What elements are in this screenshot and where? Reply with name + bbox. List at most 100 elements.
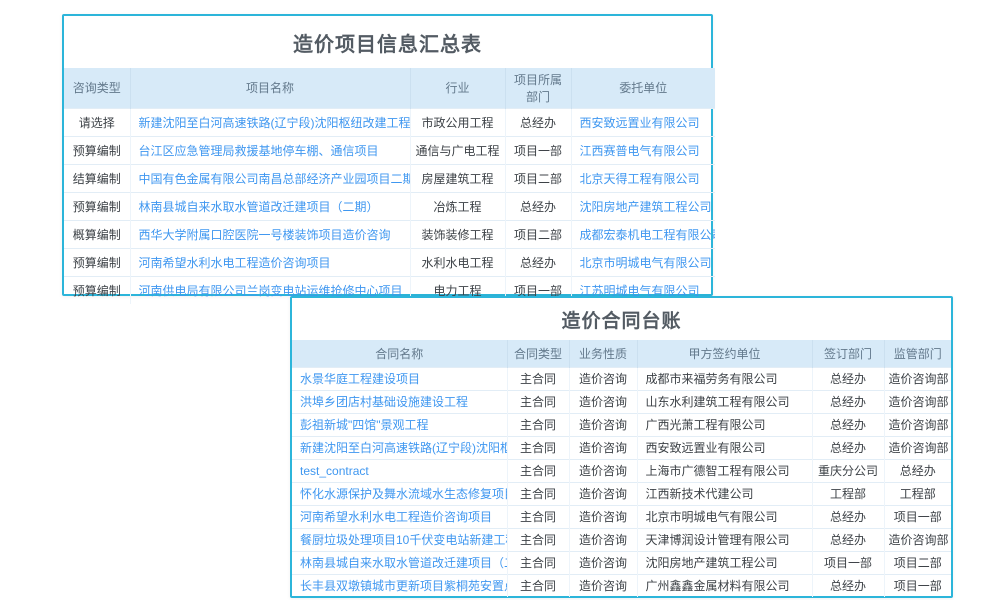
consult-type-select[interactable]: 预算编制 [64,276,130,304]
contract-name-link[interactable]: test_contract [292,459,507,482]
contract-ledger-title: 造价合同台账 [292,298,951,340]
contract-type-cell: 主合同 [507,505,569,528]
client-link[interactable]: 西安致远置业有限公司 [571,108,715,136]
contract-name-link[interactable]: 长丰县双墩镇城市更新项目紫桐苑安置点 [292,574,507,597]
signing-dept-cell: 工程部 [812,482,884,505]
industry-cell: 房屋建筑工程 [410,164,505,192]
project-name-link[interactable]: 林南县城自来水取水管道改迁建项目（二期） [130,192,410,220]
table-row: 林南县城自来水取水管道改迁建项目（二期主合同造价咨询沈阳房地产建筑工程公司项目一… [292,551,951,574]
contract-name-link[interactable]: 洪埠乡团店村基础设施建设工程 [292,390,507,413]
contract-type-cell: 主合同 [507,482,569,505]
contract-name-link[interactable]: 林南县城自来水取水管道改迁建项目（二期 [292,551,507,574]
supervising-dept-cell: 造价咨询部 [884,436,951,459]
signing-dept-cell: 总经办 [812,390,884,413]
supervising-dept-cell: 总经办 [884,459,951,482]
col-consult-type: 咨询类型 [64,68,130,108]
col-department: 项目所属部门 [505,68,571,108]
summary-table-title: 造价项目信息汇总表 [64,16,711,68]
table-row: 预算编制河南希望水利水电工程造价咨询项目水利水电工程总经办北京市明城电气有限公司 [64,248,715,276]
client-link[interactable]: 沈阳房地产建筑工程公司 [571,192,715,220]
col-party-a: 甲方签约单位 [637,340,812,367]
contract-table-body: 水景华庭工程建设项目主合同造价咨询成都市来福劳务有限公司总经办造价咨询部洪埠乡团… [292,367,951,597]
contract-type-cell: 主合同 [507,574,569,597]
business-nature-cell: 造价咨询 [569,528,637,551]
consult-type-select[interactable]: 预算编制 [64,136,130,164]
contract-type-cell: 主合同 [507,413,569,436]
contract-type-cell: 主合同 [507,436,569,459]
contract-name-link[interactable]: 新建沈阳至白河高速铁路(辽宁段)沈阳枢纽 [292,436,507,459]
department-cell: 项目二部 [505,220,571,248]
industry-cell: 冶炼工程 [410,192,505,220]
business-nature-cell: 造价咨询 [569,436,637,459]
client-link[interactable]: 北京市明城电气有限公司 [571,248,715,276]
consult-type-select[interactable]: 请选择 [64,108,130,136]
contract-type-cell: 主合同 [507,390,569,413]
party-a-cell: 沈阳房地产建筑工程公司 [637,551,812,574]
summary-header-row: 咨询类型项目名称行业项目所属部门委托单位 [64,68,715,108]
contract-name-link[interactable]: 餐厨垃圾处理项目10千伏变电站新建工程 [292,528,507,551]
col-contract-type: 合同类型 [507,340,569,367]
table-row: 新建沈阳至白河高速铁路(辽宁段)沈阳枢纽主合同造价咨询西安致远置业有限公司总经办… [292,436,951,459]
party-a-cell: 天津博润设计管理有限公司 [637,528,812,551]
contract-name-link[interactable]: 水景华庭工程建设项目 [292,367,507,390]
table-row: 预算编制林南县城自来水取水管道改迁建项目（二期）冶炼工程总经办沈阳房地产建筑工程… [64,192,715,220]
business-nature-cell: 造价咨询 [569,413,637,436]
col-signing-dept: 签订部门 [812,340,884,367]
client-link[interactable]: 成都宏泰机电工程有限公司 [571,220,715,248]
supervising-dept-cell: 项目二部 [884,551,951,574]
contract-name-link[interactable]: 河南希望水利水电工程造价咨询项目 [292,505,507,528]
table-row: test_contract主合同造价咨询上海市广德智工程有限公司重庆分公司总经办 [292,459,951,482]
contract-name-link[interactable]: 彭祖新城"四馆"景观工程 [292,413,507,436]
signing-dept-cell: 项目一部 [812,551,884,574]
consult-type-select[interactable]: 预算编制 [64,248,130,276]
contract-type-cell: 主合同 [507,551,569,574]
client-link[interactable]: 北京天得工程有限公司 [571,164,715,192]
supervising-dept-cell: 工程部 [884,482,951,505]
summary-table: 咨询类型项目名称行业项目所属部门委托单位 请选择新建沈阳至白河高速铁路(辽宁段)… [64,68,715,304]
business-nature-cell: 造价咨询 [569,482,637,505]
industry-cell: 通信与广电工程 [410,136,505,164]
consult-type-select[interactable]: 概算编制 [64,220,130,248]
supervising-dept-cell: 造价咨询部 [884,390,951,413]
signing-dept-cell: 总经办 [812,367,884,390]
project-name-link[interactable]: 河南希望水利水电工程造价咨询项目 [130,248,410,276]
signing-dept-cell: 总经办 [812,505,884,528]
project-name-link[interactable]: 西华大学附属口腔医院一号楼装饰项目造价咨询 [130,220,410,248]
project-name-link[interactable]: 台江区应急管理局救援基地停车棚、通信项目 [130,136,410,164]
contract-ledger-panel: 造价合同台账 合同名称合同类型业务性质甲方签约单位签订部门监管部门 水景华庭工程… [290,296,953,598]
supervising-dept-cell: 项目一部 [884,505,951,528]
signing-dept-cell: 总经办 [812,436,884,459]
table-row: 怀化水源保护及舞水流域水生态修复项目合主合同造价咨询江西新技术代建公司工程部工程… [292,482,951,505]
business-nature-cell: 造价咨询 [569,367,637,390]
col-industry: 行业 [410,68,505,108]
consult-type-select[interactable]: 结算编制 [64,164,130,192]
contract-name-link[interactable]: 怀化水源保护及舞水流域水生态修复项目合 [292,482,507,505]
supervising-dept-cell: 造价咨询部 [884,528,951,551]
contract-header-row: 合同名称合同类型业务性质甲方签约单位签订部门监管部门 [292,340,951,367]
project-name-link[interactable]: 中国有色金属有限公司南昌总部经济产业园项目二期 [130,164,410,192]
supervising-dept-cell: 造价咨询部 [884,413,951,436]
signing-dept-cell: 总经办 [812,413,884,436]
table-row: 河南希望水利水电工程造价咨询项目主合同造价咨询北京市明城电气有限公司总经办项目一… [292,505,951,528]
party-a-cell: 江西新技术代建公司 [637,482,812,505]
table-row: 彭祖新城"四馆"景观工程主合同造价咨询广西光萧工程有限公司总经办造价咨询部 [292,413,951,436]
client-link[interactable]: 江西赛普电气有限公司 [571,136,715,164]
department-cell: 总经办 [505,108,571,136]
signing-dept-cell: 总经办 [812,574,884,597]
contract-type-cell: 主合同 [507,528,569,551]
col-client: 委托单位 [571,68,715,108]
consult-type-select[interactable]: 预算编制 [64,192,130,220]
industry-cell: 水利水电工程 [410,248,505,276]
table-row: 请选择新建沈阳至白河高速铁路(辽宁段)沈阳枢纽改建工程市政公用工程总经办西安致远… [64,108,715,136]
table-row: 概算编制西华大学附属口腔医院一号楼装饰项目造价咨询装饰装修工程项目二部成都宏泰机… [64,220,715,248]
project-name-link[interactable]: 新建沈阳至白河高速铁路(辽宁段)沈阳枢纽改建工程 [130,108,410,136]
contract-ledger-table: 合同名称合同类型业务性质甲方签约单位签订部门监管部门 水景华庭工程建设项目主合同… [292,340,951,597]
col-business-nature: 业务性质 [569,340,637,367]
party-a-cell: 北京市明城电气有限公司 [637,505,812,528]
table-row: 餐厨垃圾处理项目10千伏变电站新建工程主合同造价咨询天津博润设计管理有限公司总经… [292,528,951,551]
table-row: 结算编制中国有色金属有限公司南昌总部经济产业园项目二期房屋建筑工程项目二部北京天… [64,164,715,192]
department-cell: 项目一部 [505,136,571,164]
business-nature-cell: 造价咨询 [569,459,637,482]
business-nature-cell: 造价咨询 [569,551,637,574]
col-contract-name: 合同名称 [292,340,507,367]
